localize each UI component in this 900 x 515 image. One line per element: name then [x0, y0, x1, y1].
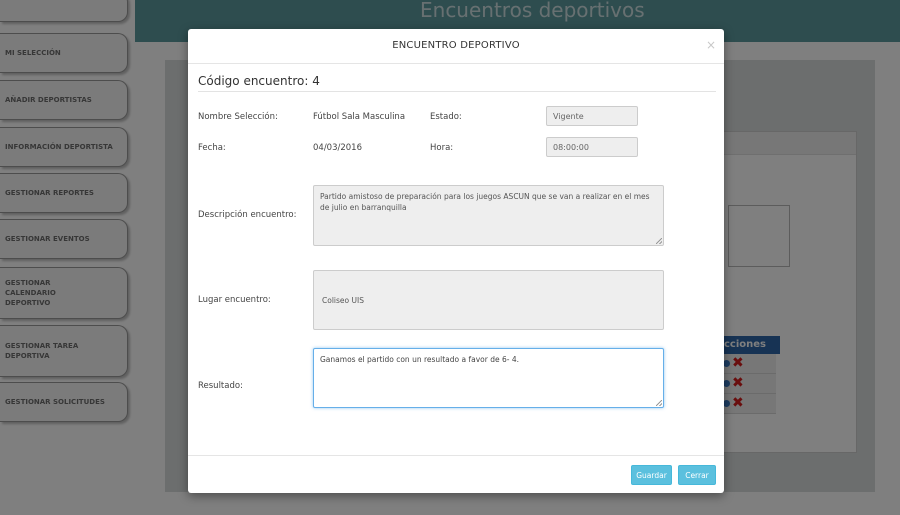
lugar-text: Coliseo UIS	[322, 296, 364, 305]
lugar-label: Lugar encuentro:	[198, 295, 271, 305]
estado-field[interactable]: Vigente	[546, 106, 638, 126]
estado-label: Estado:	[430, 112, 462, 122]
modal-footer-divider	[188, 455, 724, 456]
descripcion-text: Partido amistoso de preparación para los…	[320, 192, 650, 212]
nombre-seleccion-value: Fútbol Sala Masculina	[313, 112, 406, 122]
hora-label: Hora:	[430, 143, 454, 153]
descripcion-textarea[interactable]: Partido amistoso de preparación para los…	[313, 185, 664, 246]
divider	[198, 91, 716, 92]
nombre-seleccion-label: Nombre Selección:	[198, 112, 278, 122]
hora-field[interactable]: 08:00:00	[546, 137, 638, 157]
close-icon[interactable]: ×	[706, 39, 716, 51]
resultado-textarea[interactable]: Ganamos el partido con un resultado a fa…	[313, 348, 664, 408]
modal-header: ENCUENTRO DEPORTIVO ×	[188, 29, 724, 64]
guardar-button[interactable]: Guardar	[631, 465, 672, 485]
lugar-textarea[interactable]: Coliseo UIS	[313, 270, 664, 330]
modal-title: ENCUENTRO DEPORTIVO	[392, 40, 520, 51]
fecha-value: 04/03/2016	[313, 143, 362, 153]
descripcion-label: Descripción encuentro:	[198, 210, 297, 220]
fecha-label: Fecha:	[198, 143, 226, 153]
cerrar-button[interactable]: Cerrar	[678, 465, 716, 485]
encuentro-modal: ENCUENTRO DEPORTIVO × Código encuentro: …	[188, 29, 724, 493]
resize-grip-icon[interactable]	[656, 400, 662, 406]
resultado-label: Resultado:	[198, 381, 243, 391]
resultado-text: Ganamos el partido con un resultado a fa…	[320, 355, 519, 364]
resize-grip-icon[interactable]	[656, 238, 662, 244]
codigo-encuentro-heading: Código encuentro: 4	[198, 74, 320, 88]
